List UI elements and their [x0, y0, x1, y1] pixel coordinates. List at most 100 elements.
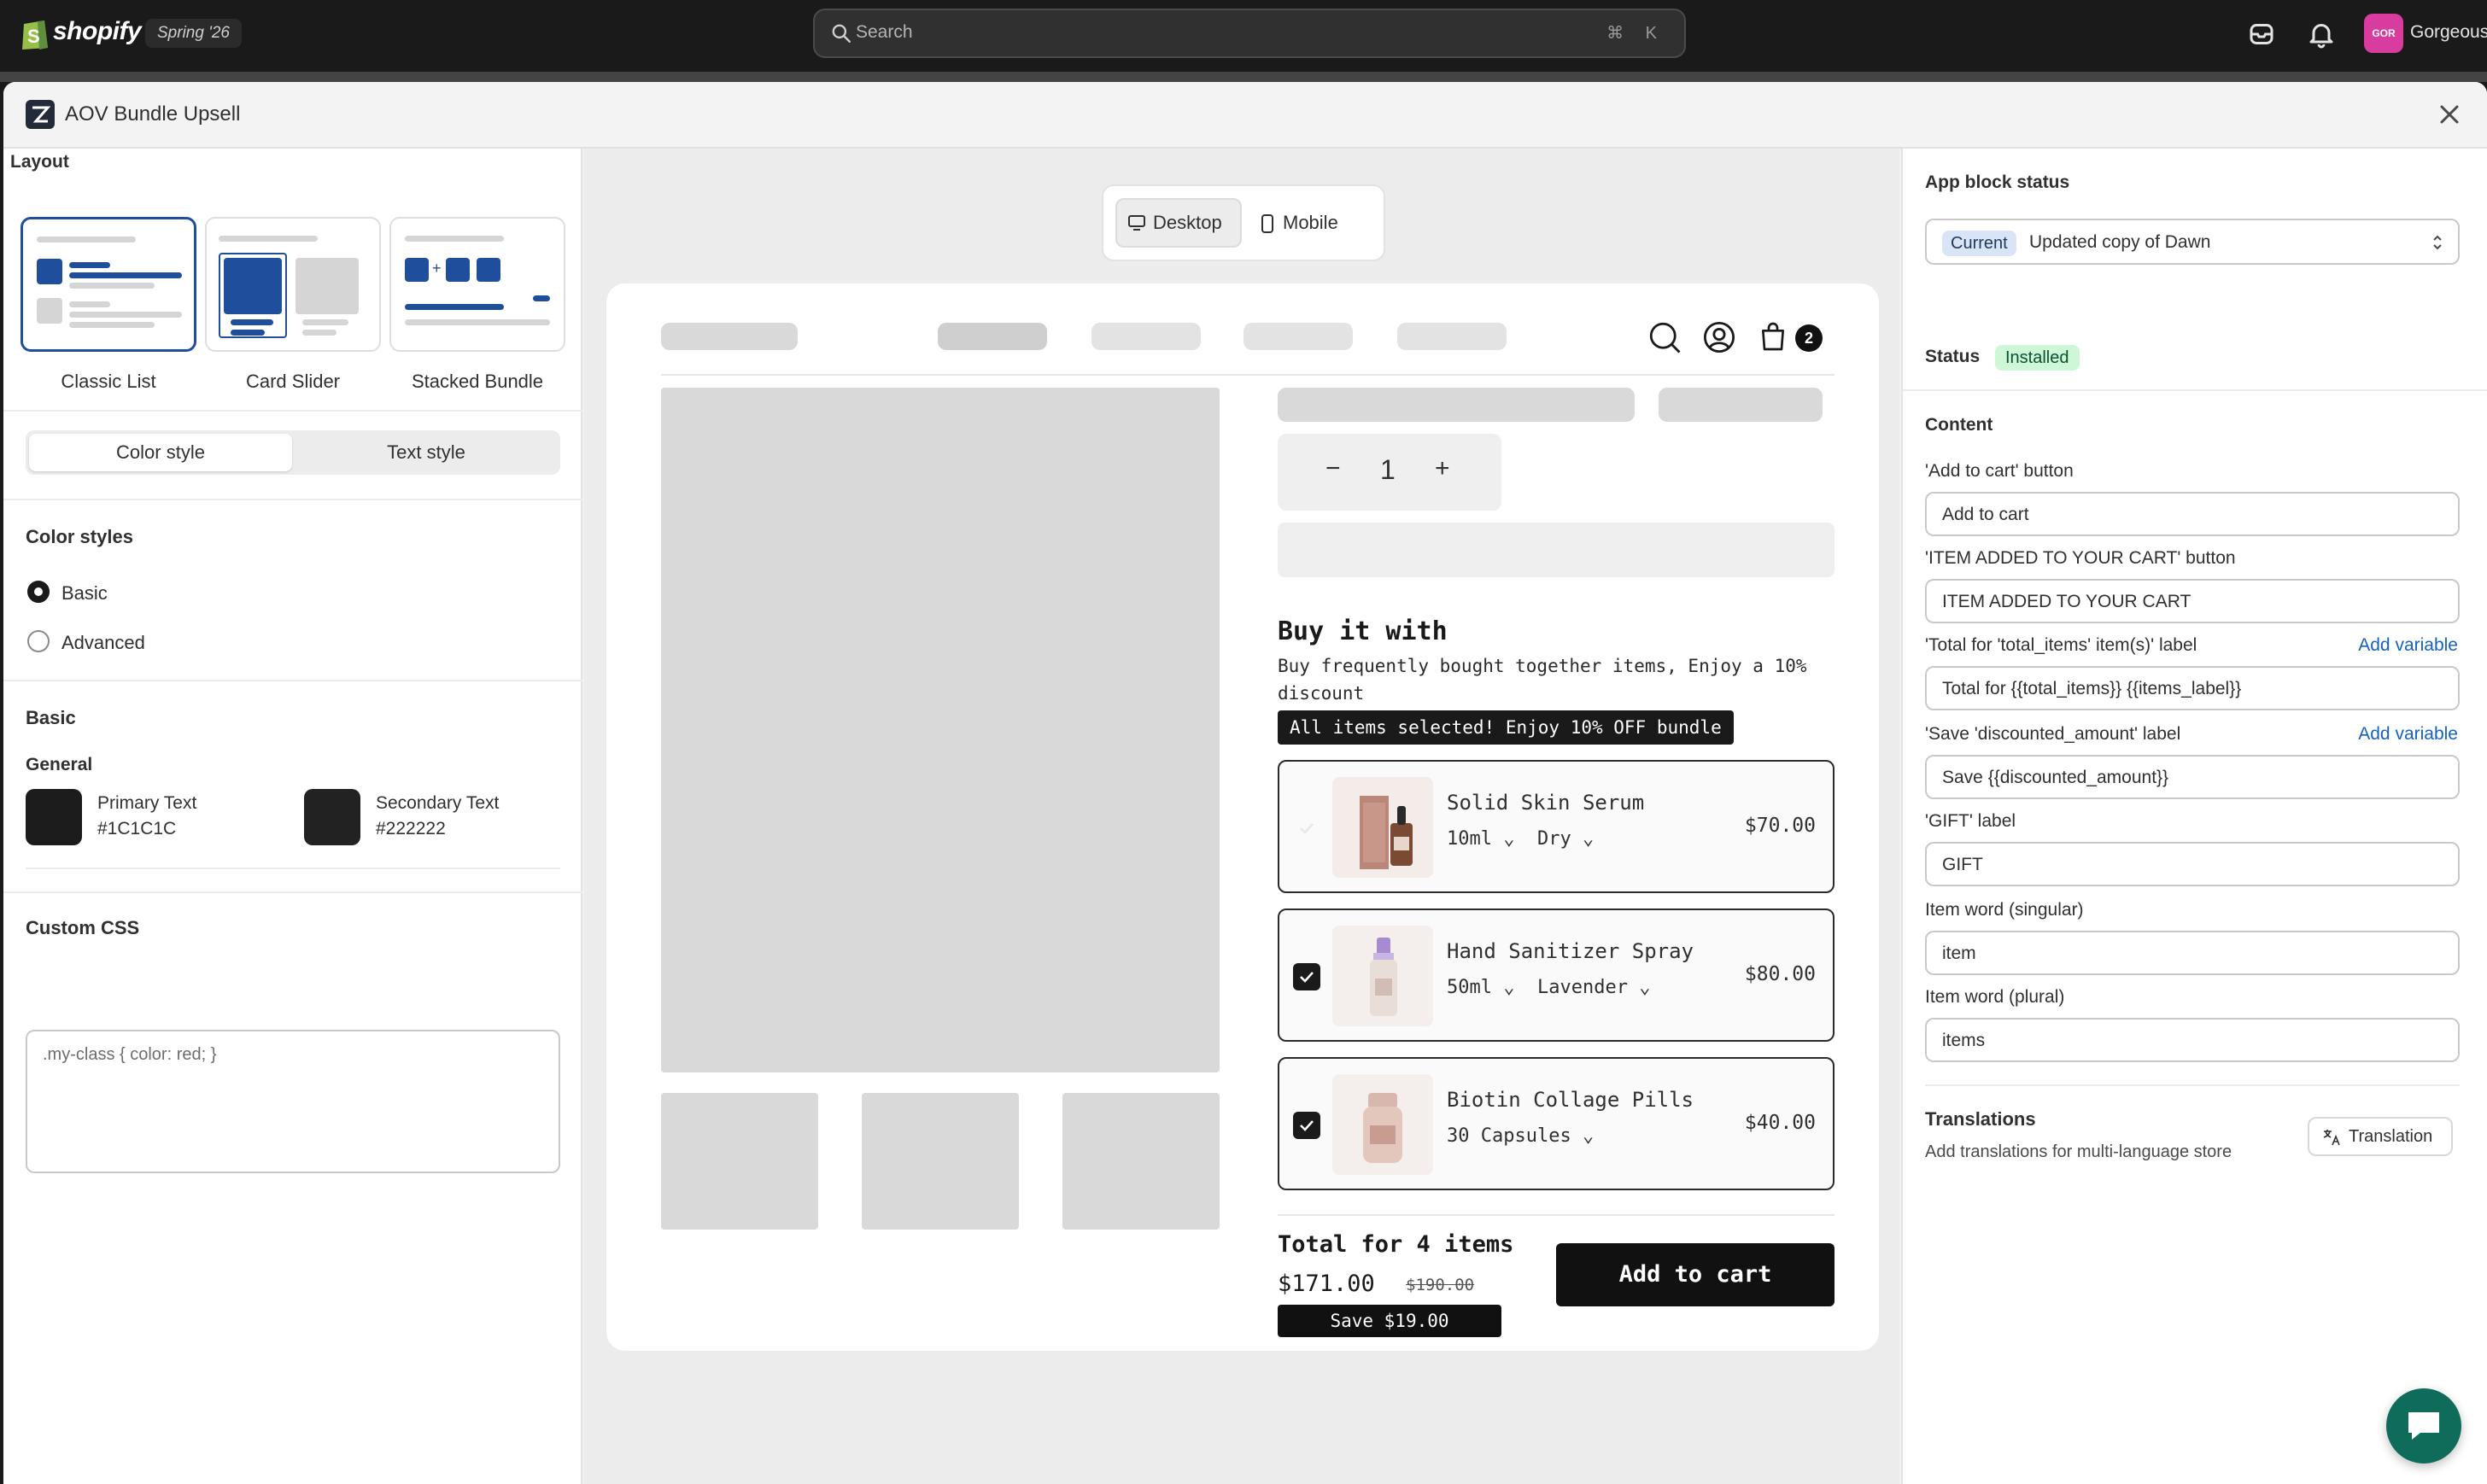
radio-basic-label[interactable]: Basic [61, 582, 108, 605]
chevron-down-icon: ⌄ [1503, 828, 1515, 850]
top-bar: S shopify Spring '26 Search ⌘ K GOR Gorg… [0, 0, 2487, 72]
product-image-pills [1332, 1074, 1433, 1175]
chevron-down-icon: ⌄ [1582, 828, 1595, 850]
placeholder-button [1278, 523, 1835, 577]
preview-area: Desktop Mobile 2 − 1 + Buy it with Buy f… [584, 149, 1899, 1484]
gift-label-input[interactable]: GIFT [1925, 842, 2460, 886]
radio-advanced[interactable] [27, 630, 50, 652]
search-icon[interactable] [1647, 319, 1682, 355]
check-icon [1300, 1120, 1314, 1131]
shopify-logo-icon[interactable]: S [19, 15, 51, 51]
theme-select[interactable]: Current Updated copy of Dawn [1925, 219, 2460, 265]
item-added-text-input[interactable]: ITEM ADDED TO YOUR CART [1925, 579, 2460, 623]
save-label-input[interactable]: Save {{discounted_amount}} [1925, 755, 2460, 799]
quantity-selector[interactable]: − 1 + [1278, 434, 1501, 511]
primary-text-swatch[interactable] [26, 789, 82, 845]
translations-heading: Translations [1925, 1108, 2036, 1130]
add-to-cart-text-input[interactable]: Add to cart [1925, 492, 2460, 536]
primary-text-hex: #1C1C1C [97, 819, 177, 838]
mobile-button[interactable]: Mobile [1245, 198, 1373, 248]
bundle-original-price: $190.00 [1406, 1276, 1475, 1294]
placeholder-price [1659, 388, 1823, 422]
item-variant-select[interactable]: 10ml ⌄ Dry ⌄ [1447, 828, 1594, 850]
mobile-icon [1261, 214, 1273, 233]
search-placeholder: Search [856, 22, 913, 42]
layout-label-card-slider: Card Slider [245, 371, 341, 392]
chevron-down-icon: ⌄ [1639, 977, 1651, 998]
general-heading: General [26, 755, 93, 774]
total-label-input[interactable]: Total for {{total_items}} {{items_label}… [1925, 666, 2460, 710]
tab-color-style[interactable]: Color style [29, 434, 292, 471]
item-name: Solid Skin Serum [1447, 791, 1645, 815]
add-variable-link[interactable]: Add variable [2358, 635, 2458, 656]
field-label: Item word (singular) [1925, 900, 2084, 920]
status-label: Status [1925, 347, 1981, 366]
store-avatar[interactable]: GOR [2364, 14, 2403, 53]
edition-badge: Spring '26 [145, 19, 242, 48]
modal-title-bar: AOV Bundle Upsell [3, 82, 2487, 149]
close-icon[interactable] [2434, 99, 2465, 130]
content-panel: App block status Current Updated copy of… [1901, 149, 2487, 1484]
translate-icon [2323, 1130, 2340, 1146]
item-name: Hand Sanitizer Spray [1447, 939, 1694, 963]
layout-label-stacked-bundle: Stacked Bundle [411, 371, 544, 392]
device-toggle: Desktop Mobile [1102, 184, 1385, 261]
placeholder-logo [661, 323, 798, 350]
item-variant-select[interactable]: 50ml ⌄ Lavender ⌄ [1447, 977, 1650, 998]
product-image-serum [1332, 777, 1433, 878]
item-singular-input[interactable]: item [1925, 931, 2460, 975]
desktop-button[interactable]: Desktop [1115, 198, 1242, 248]
bundle-save-badge: Save $19.00 [1278, 1305, 1501, 1337]
layout-heading: Layout [10, 152, 69, 172]
account-icon[interactable] [1701, 319, 1737, 355]
item-checkbox[interactable] [1293, 815, 1320, 842]
item-plural-input[interactable]: items [1925, 1018, 2460, 1062]
field-label: 'Save 'discounted_amount' label [1925, 724, 2181, 744]
theme-name: Updated copy of Dawn [2029, 232, 2211, 252]
bundle-item[interactable]: Solid Skin Serum 10ml ⌄ Dry ⌄ $70.00 [1278, 760, 1835, 893]
secondary-text-swatch[interactable] [304, 789, 360, 845]
bundle-total-label: Total for 4 items [1278, 1231, 1514, 1258]
add-variable-link[interactable]: Add variable [2358, 724, 2458, 745]
search-shortcut: ⌘ K [1606, 24, 1665, 43]
app-modal: AOV Bundle Upsell Layout Classic List Ca… [3, 82, 2487, 1484]
color-styles-heading: Color styles [26, 526, 133, 547]
app-logo-icon [26, 100, 55, 129]
product-image-spray [1332, 926, 1433, 1026]
custom-css-placeholder: .my-class { color: red; } [43, 1045, 217, 1064]
search-bar[interactable]: Search ⌘ K [813, 9, 1686, 58]
qty-minus-button[interactable]: − [1325, 454, 1341, 483]
search-icon [832, 24, 851, 43]
inbox-icon[interactable] [2246, 19, 2277, 50]
custom-css-textarea[interactable]: .my-class { color: red; } [26, 1030, 560, 1173]
header-divider [661, 374, 1835, 376]
layout-option-card-slider[interactable] [205, 217, 381, 352]
bell-icon[interactable] [2306, 19, 2337, 50]
radio-advanced-label[interactable]: Advanced [61, 632, 145, 654]
bundle-item[interactable]: Biotin Collage Pills 30 Capsules ⌄ $40.0… [1278, 1057, 1835, 1190]
translation-button[interactable]: Translation [2308, 1117, 2453, 1156]
item-price: $40.00 [1744, 1112, 1816, 1134]
item-variant-select[interactable]: 30 Capsules ⌄ [1447, 1125, 1594, 1147]
check-icon [1300, 972, 1314, 983]
shopify-wordmark[interactable]: shopify [53, 17, 142, 46]
qty-plus-button[interactable]: + [1435, 454, 1450, 483]
bundle-discount-banner: All items selected! Enjoy 10% OFF bundle [1278, 710, 1734, 745]
custom-css-heading: Custom CSS [26, 917, 140, 938]
store-name[interactable]: Gorgeous [2410, 22, 2487, 43]
bundle-item[interactable]: Hand Sanitizer Spray 50ml ⌄ Lavender ⌄ $… [1278, 909, 1835, 1042]
item-checkbox[interactable] [1293, 963, 1320, 990]
field-label: 'GIFT' label [1925, 811, 2016, 831]
add-to-cart-button[interactable]: Add to cart [1556, 1243, 1835, 1306]
style-tabs: Color style Text style [26, 430, 560, 475]
cart-icon[interactable] [1756, 319, 1790, 353]
chat-button[interactable] [2386, 1388, 2461, 1464]
modal-title: AOV Bundle Upsell [65, 102, 241, 126]
layout-option-stacked-bundle[interactable]: + [389, 217, 565, 352]
tab-text-style[interactable]: Text style [296, 434, 557, 471]
radio-basic[interactable] [27, 581, 50, 603]
chevron-down-icon: ⌄ [1582, 1125, 1595, 1147]
layout-option-classic-list[interactable] [20, 217, 196, 352]
item-checkbox[interactable] [1293, 1112, 1320, 1139]
qty-value: 1 [1380, 454, 1396, 485]
